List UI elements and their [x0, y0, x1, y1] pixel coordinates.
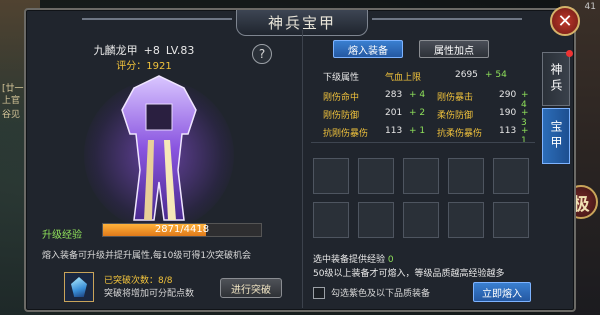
attr-header-row: 下级属性 气血上限 2695 + 54 — [315, 70, 535, 84]
tab-attribute-points[interactable]: 属性加点 — [419, 40, 489, 58]
tab-fuse-equipment[interactable]: 熔入装备 — [333, 40, 403, 58]
armor-icon — [121, 75, 197, 221]
equipment-slot[interactable] — [448, 202, 484, 238]
close-button[interactable]: ✕ — [550, 6, 580, 36]
item-name: 九麟龙甲 — [93, 44, 138, 57]
attr-bonus: + 1 — [409, 126, 426, 136]
close-icon: ✕ — [557, 10, 573, 32]
breakthrough-count: 已突破次数：8/8 — [104, 276, 173, 286]
exp-label: 升级经验 — [42, 230, 82, 241]
attr-bonus: + 4 — [521, 90, 529, 110]
attr-value: 113 — [385, 126, 403, 136]
attr-name: 抗柔伤暴伤 — [437, 129, 483, 139]
background-chat-line: 谷见 — [2, 110, 21, 120]
attr-value: 201 — [385, 108, 403, 118]
fuse-section: 熔入装备 属性加点 下级属性 气血上限 2695 + 54 刚伤命中 283 +… — [302, 30, 540, 308]
breakthrough-info: 已突破次数：8/8 突破将增加可分配点数 — [104, 275, 194, 301]
exp-text: 2871/4418 — [154, 224, 210, 235]
help-button[interactable]: ? — [252, 44, 272, 64]
game-screen: 上官 谷见 [廿一] 极 41 神兵宝甲 ✕ 九麟龙甲 +8 LV.83 评分：19… — [0, 0, 600, 315]
equipment-slot[interactable] — [493, 202, 529, 238]
breakthrough-button[interactable]: 进行突破 — [220, 278, 282, 298]
side-tab-armor[interactable]: 宝甲 — [542, 108, 570, 164]
attr-name: 气血上限 — [385, 73, 422, 83]
item-level: LV.83 — [165, 44, 195, 57]
equipment-slot[interactable] — [403, 158, 439, 194]
attr-bonus: + 1 — [521, 126, 529, 146]
quality-checkbox[interactable] — [313, 286, 325, 299]
attr-name: 刚伤防御 — [323, 111, 360, 121]
equipment-slot[interactable] — [313, 202, 349, 238]
attr-row: 刚伤防御 201 + 2 柔伤防御 190 + 3 — [315, 108, 535, 128]
equipment-slot[interactable] — [313, 158, 349, 194]
equipment-slot-grid — [313, 158, 537, 240]
attr-name: 刚伤暴击 — [437, 93, 474, 103]
background-chat-line: 上官 — [2, 96, 21, 106]
item-section: 九麟龙甲 +8 LV.83 评分：1921 ? 升级经验 2871/4418 熔… — [34, 30, 296, 308]
equipment-slot[interactable] — [493, 158, 529, 194]
attr-name: 柔伤防御 — [437, 111, 474, 121]
quality-filter[interactable]: 勾选紫色及以下品质装备 — [313, 286, 430, 299]
fuse-rule-text: 50级以上装备才可熔入，等级品质越高经验越多 — [313, 269, 505, 279]
crystal-icon — [71, 277, 87, 297]
armor-model — [84, 70, 234, 230]
quality-checkbox-label: 勾选紫色及以下品质装备 — [331, 289, 431, 299]
attr-bonus: + 54 — [485, 70, 507, 80]
item-plus: +8 — [143, 44, 160, 57]
equipment-slot[interactable] — [448, 158, 484, 194]
attr-header-label: 下级属性 — [323, 73, 360, 83]
title-ornament-right — [372, 18, 522, 20]
attr-bonus: + 3 — [521, 108, 529, 128]
background-number: 41 — [584, 2, 596, 12]
attr-name: 抗刚伤暴伤 — [323, 129, 369, 139]
provided-exp-label: 选中装备提供经验 — [313, 255, 386, 265]
fuse-now-button[interactable]: 立即熔入 — [473, 282, 531, 302]
equipment-slot[interactable] — [358, 158, 394, 194]
attr-row: 刚伤命中 283 + 4 刚伤暴击 290 + 4 — [315, 90, 535, 110]
equipment-slot[interactable] — [403, 202, 439, 238]
attr-name: 刚伤命中 — [323, 93, 360, 103]
title-ornament-left — [82, 18, 232, 20]
attr-value: 2695 — [455, 70, 478, 80]
breakthrough-gem-slot[interactable] — [64, 272, 94, 302]
divider — [311, 142, 535, 143]
attr-value: 283 — [385, 90, 403, 100]
attr-value: 113 — [499, 126, 517, 136]
side-tab-label: 神兵 — [549, 63, 563, 95]
attr-value: 190 — [499, 108, 517, 118]
attr-value: 290 — [499, 90, 517, 100]
exp-bar: 2871/4418 — [102, 223, 262, 237]
attr-bonus: + 2 — [409, 108, 426, 118]
equipment-panel: 神兵宝甲 ✕ 九麟龙甲 +8 LV.83 评分：1921 ? 升级经验 2871… — [24, 6, 580, 312]
question-icon: ? — [258, 47, 266, 61]
provided-exp: 选中装备提供经验 0 — [313, 252, 394, 265]
attr-row: 抗刚伤暴伤 113 + 1 抗柔伤暴伤 113 + 1 — [315, 126, 535, 146]
item-title: 九麟龙甲 +8 LV.83 — [34, 42, 254, 58]
equipment-slot[interactable] — [358, 202, 394, 238]
attr-bonus: + 4 — [409, 90, 426, 100]
side-tab-label: 宝甲 — [549, 120, 563, 152]
breakthrough-note: 突破将增加可分配点数 — [104, 289, 195, 299]
provided-exp-value: 0 — [387, 255, 394, 265]
side-tab-weapon[interactable]: 神兵 — [542, 52, 570, 106]
notification-dot — [566, 50, 573, 57]
fuse-description: 熔入装备可升级并提升属性,每10级可得1次突破机会 — [42, 251, 252, 261]
